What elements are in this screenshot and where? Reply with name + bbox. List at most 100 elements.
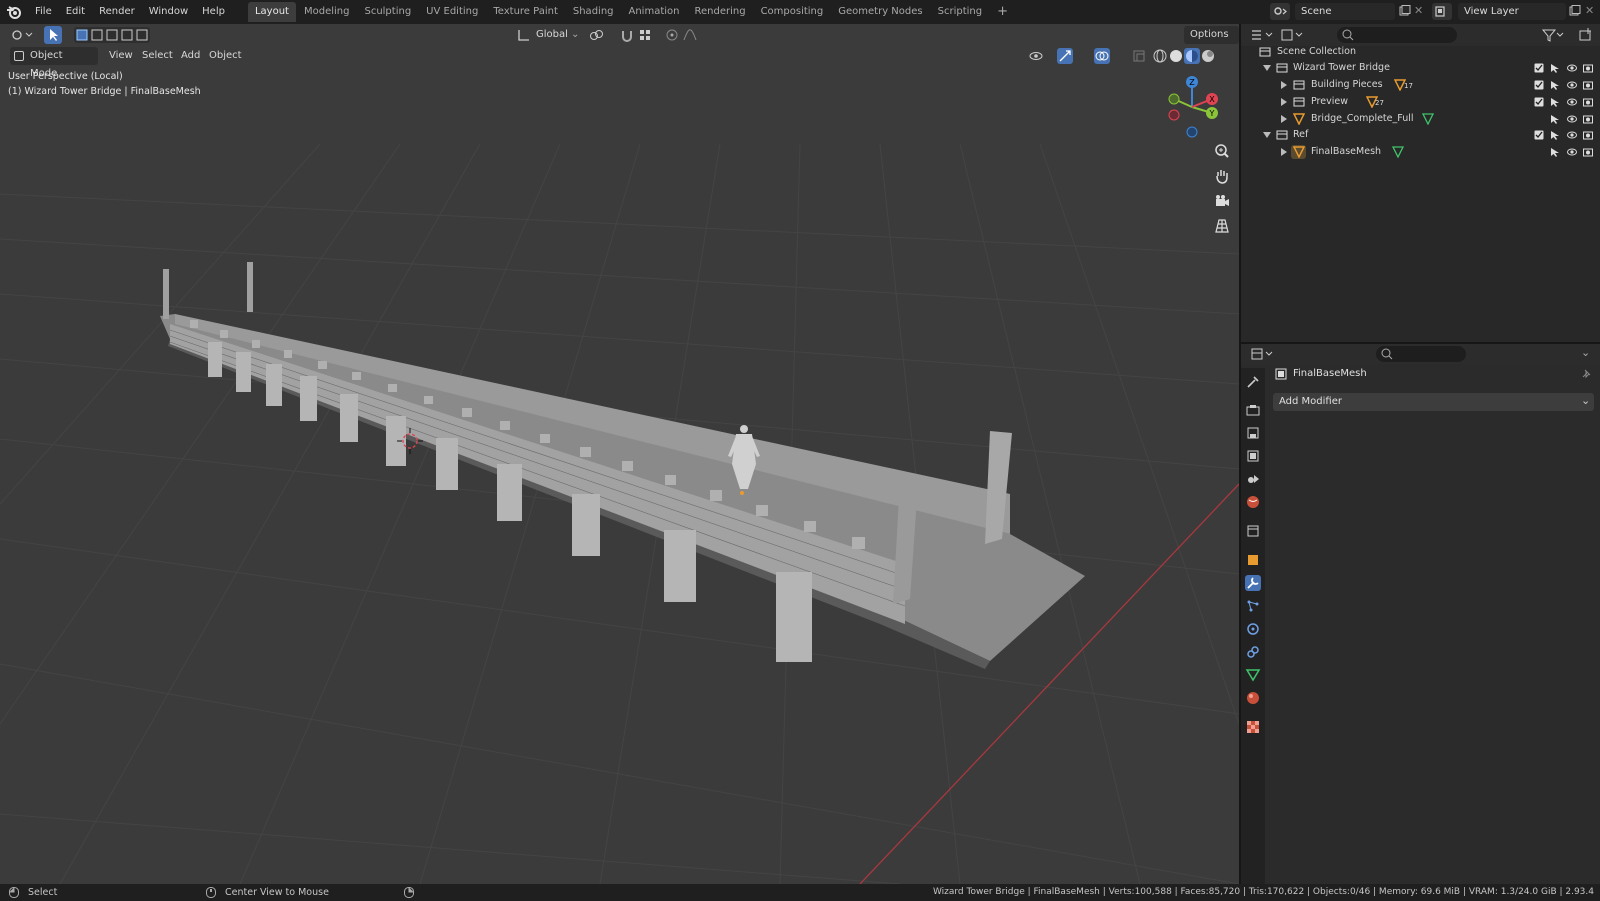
add-modifier-dropdown[interactable]: Add Modifier <box>1273 393 1594 411</box>
output-tab-icon[interactable] <box>1245 425 1261 441</box>
selection-mode-buttons[interactable] <box>74 27 150 43</box>
tool-tab-icon[interactable] <box>1245 374 1261 390</box>
tab-layout[interactable]: Layout <box>247 2 296 22</box>
overlays-toggle-icon[interactable] <box>1094 48 1110 64</box>
shading-wireframe-icon[interactable] <box>1152 48 1168 64</box>
selectable-arrow-icon[interactable] <box>1550 63 1560 73</box>
transform-orientation-dropdown[interactable]: Global <box>536 26 568 44</box>
menu-edit[interactable]: Edit <box>59 0 92 24</box>
expand-down-icon[interactable] <box>1263 132 1271 138</box>
shading-rendered-icon[interactable] <box>1200 48 1216 64</box>
new-view-layer-icon[interactable] <box>1569 5 1581 17</box>
new-scene-icon[interactable] <box>1399 5 1411 17</box>
perspective-toggle-icon[interactable] <box>1213 217 1231 235</box>
new-collection-icon[interactable] <box>1577 27 1593 43</box>
expand-right-icon[interactable] <box>1281 115 1287 123</box>
outliner-row-preview[interactable]: Preview 27 <box>1241 94 1600 110</box>
zoom-icon[interactable] <box>1213 142 1231 160</box>
blender-logo-icon[interactable] <box>0 0 28 24</box>
properties-search-input[interactable] <box>1376 346 1466 362</box>
render-camera-icon[interactable] <box>1583 63 1593 73</box>
exclude-checkbox-icon[interactable] <box>1534 63 1544 73</box>
filter-icon[interactable] <box>1541 27 1565 43</box>
tab-compositing[interactable]: Compositing <box>754 2 831 22</box>
select-tool-icon[interactable] <box>44 26 62 44</box>
view-layer-icon[interactable] <box>1432 3 1452 20</box>
snap-increment-icon[interactable] <box>637 27 653 43</box>
selectable-arrow-icon[interactable] <box>1550 97 1560 107</box>
menu-window[interactable]: Window <box>142 0 195 24</box>
particles-tab-icon[interactable] <box>1245 598 1261 614</box>
outliner-row-scene-collection[interactable]: Scene Collection <box>1241 44 1600 60</box>
view-layer-tab-icon[interactable] <box>1245 448 1261 464</box>
render-camera-icon[interactable] <box>1583 147 1593 157</box>
visibility-eye-icon[interactable] <box>1567 63 1577 73</box>
properties-editor-type-icon[interactable] <box>1249 346 1275 362</box>
physics-tab-icon[interactable] <box>1245 621 1261 637</box>
menu-add[interactable]: Add <box>181 47 200 65</box>
visibility-eye-icon[interactable] <box>1567 97 1577 107</box>
pin-icon[interactable] <box>1580 368 1592 380</box>
exclude-checkbox-icon[interactable] <box>1534 130 1544 140</box>
add-workspace-button[interactable]: + <box>990 2 1015 22</box>
outliner-editor-type-icon[interactable] <box>1249 27 1275 43</box>
render-camera-icon[interactable] <box>1583 114 1593 124</box>
proportional-edit-icon[interactable] <box>664 27 680 43</box>
outliner-row-finalbasemesh[interactable]: FinalBaseMesh <box>1241 144 1600 160</box>
visibility-eye-icon[interactable] <box>1567 114 1577 124</box>
tab-texture-paint[interactable]: Texture Paint <box>486 2 565 22</box>
expand-right-icon[interactable] <box>1281 98 1287 106</box>
chevron-down-icon[interactable]: ⌄ <box>1581 346 1590 359</box>
tab-modeling[interactable]: Modeling <box>297 2 357 22</box>
selectable-arrow-icon[interactable] <box>1550 114 1560 124</box>
outliner-search-input[interactable] <box>1337 27 1457 43</box>
selectable-arrow-icon[interactable] <box>1550 147 1560 157</box>
render-camera-icon[interactable] <box>1583 80 1593 90</box>
menu-file[interactable]: File <box>28 0 59 24</box>
pan-hand-icon[interactable] <box>1213 167 1231 185</box>
xray-toggle-icon[interactable] <box>1131 48 1147 64</box>
tab-geometry-nodes[interactable]: Geometry Nodes <box>831 2 929 22</box>
render-camera-icon[interactable] <box>1583 97 1593 107</box>
texture-tab-icon[interactable] <box>1245 719 1261 735</box>
tab-sculpting[interactable]: Sculpting <box>357 2 418 22</box>
constraints-tab-icon[interactable] <box>1245 644 1261 660</box>
world-tab-icon[interactable] <box>1245 494 1261 510</box>
visibility-eye-icon[interactable] <box>1567 80 1577 90</box>
exclude-checkbox-icon[interactable] <box>1534 80 1544 90</box>
tab-shading[interactable]: Shading <box>566 2 621 22</box>
visibility-eye-icon[interactable] <box>1567 130 1577 140</box>
remove-view-layer-icon[interactable]: ✕ <box>1585 5 1597 17</box>
scene-icon[interactable] <box>1270 3 1290 20</box>
selectable-arrow-icon[interactable] <box>1550 80 1560 90</box>
shading-material-icon[interactable] <box>1184 48 1200 64</box>
collection-tab-icon[interactable] <box>1245 523 1261 539</box>
falloff-curve-icon[interactable] <box>682 27 698 43</box>
menu-help[interactable]: Help <box>195 0 232 24</box>
selectable-arrow-icon[interactable] <box>1550 130 1560 140</box>
snap-magnet-icon[interactable] <box>619 27 635 43</box>
gizmo-toggle-icon[interactable] <box>1057 48 1073 64</box>
menu-render[interactable]: Render <box>92 0 142 24</box>
view-layer-name-field[interactable]: View Layer <box>1458 3 1566 20</box>
options-dropdown[interactable]: Options <box>1184 26 1239 44</box>
menu-object[interactable]: Object <box>209 47 242 65</box>
shading-solid-icon[interactable] <box>1168 48 1184 64</box>
menu-select[interactable]: Select <box>142 47 173 65</box>
3d-viewport[interactable]: Global ⌄ Options Object Mode View Select… <box>0 24 1239 884</box>
camera-view-icon[interactable] <box>1213 192 1231 210</box>
modifiers-tab-icon[interactable] <box>1245 575 1261 591</box>
menu-view[interactable]: View <box>109 47 133 65</box>
visibility-filter-icon[interactable] <box>1028 48 1044 64</box>
outliner-row-wizard-tower-bridge[interactable]: Wizard Tower Bridge <box>1241 60 1600 76</box>
material-tab-icon[interactable] <box>1245 690 1261 706</box>
tab-scripting[interactable]: Scripting <box>931 2 989 22</box>
tab-animation[interactable]: Animation <box>622 2 687 22</box>
tab-uv-editing[interactable]: UV Editing <box>419 2 485 22</box>
render-camera-icon[interactable] <box>1583 130 1593 140</box>
tab-rendering[interactable]: Rendering <box>687 2 752 22</box>
data-tab-icon[interactable] <box>1245 667 1261 683</box>
object-tab-icon[interactable] <box>1245 552 1261 568</box>
pivot-point-icon[interactable] <box>588 27 604 43</box>
navigation-gizmo[interactable]: Z X Y <box>1160 72 1224 142</box>
